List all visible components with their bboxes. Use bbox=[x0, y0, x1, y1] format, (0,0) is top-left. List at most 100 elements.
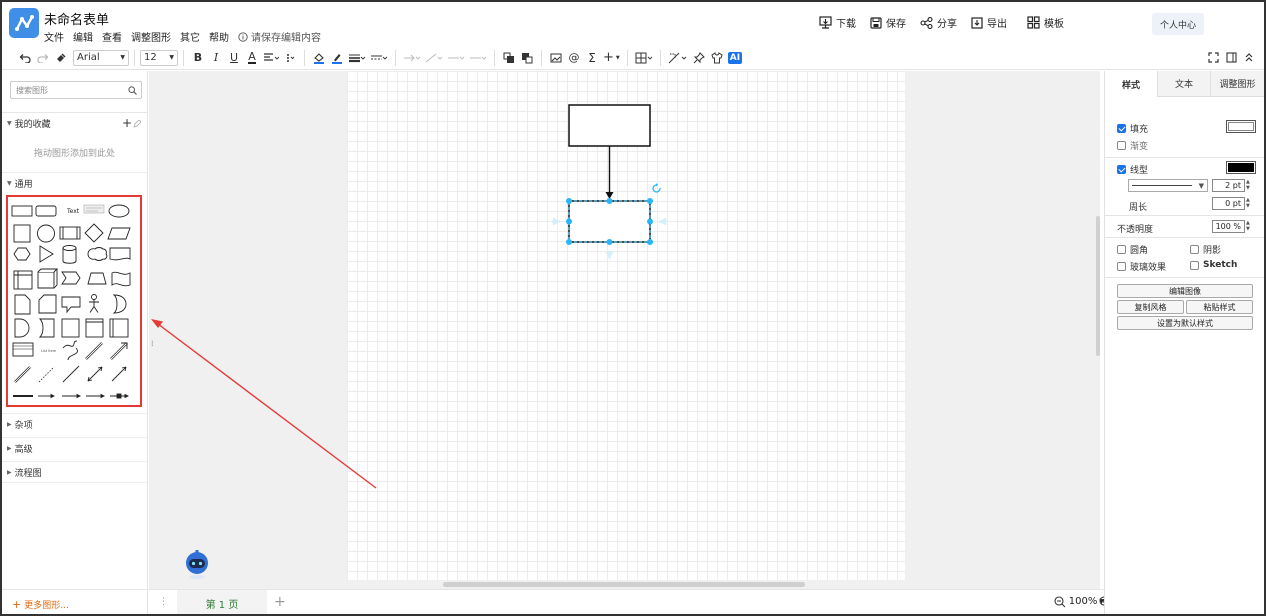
personal-center-button[interactable]: 个人中心 bbox=[1152, 13, 1204, 35]
shape-cube[interactable] bbox=[37, 268, 59, 289]
export-button[interactable]: 导出 bbox=[971, 15, 1007, 30]
line-start-button[interactable] bbox=[445, 49, 467, 67]
panel-resize-handle[interactable]: ⁞ bbox=[151, 339, 154, 348]
horizontal-scrollbar[interactable] bbox=[443, 582, 805, 587]
shape-thick-line[interactable] bbox=[14, 366, 31, 383]
flowchart-section-header[interactable]: ▶ 流程图 bbox=[2, 461, 147, 483]
shape-rectangle[interactable] bbox=[11, 205, 33, 217]
set-default-style-button[interactable]: 设置为默认样式 bbox=[1117, 316, 1253, 330]
redo-button[interactable] bbox=[34, 49, 52, 67]
connector-style-button[interactable] bbox=[423, 49, 445, 67]
shape-connector-arrow[interactable] bbox=[38, 393, 56, 399]
font-family-select[interactable]: Arial ▼ bbox=[73, 49, 129, 66]
opacity-input[interactable]: 100 % bbox=[1212, 220, 1245, 233]
shape-actor[interactable] bbox=[89, 294, 99, 313]
download-button[interactable]: 下载 bbox=[819, 15, 856, 30]
shape-labeled-connector-2[interactable] bbox=[86, 393, 106, 399]
sketch-checkbox[interactable] bbox=[1190, 260, 1199, 270]
menu-help[interactable]: 帮助 bbox=[209, 29, 229, 44]
collapse-toolbar-button[interactable] bbox=[1240, 49, 1258, 67]
menu-file[interactable]: 文件 bbox=[44, 29, 64, 44]
search-icon[interactable] bbox=[128, 86, 137, 95]
document-title[interactable]: 未命名表单 bbox=[44, 9, 109, 28]
shape-square[interactable] bbox=[13, 224, 31, 243]
font-color-button[interactable]: A bbox=[243, 49, 261, 67]
page-tab-1[interactable]: 第 1 页 bbox=[177, 590, 267, 614]
line-color-swatch[interactable] bbox=[1226, 161, 1256, 174]
line-pattern-select[interactable]: ▼ bbox=[1128, 179, 1208, 192]
paste-style-button[interactable]: 粘贴样式 bbox=[1186, 300, 1253, 314]
shape-ellipse[interactable] bbox=[108, 204, 130, 218]
shape-document[interactable] bbox=[109, 247, 131, 261]
tab-style[interactable]: 样式 bbox=[1105, 71, 1158, 97]
table-button[interactable] bbox=[633, 49, 655, 67]
insert-image-button[interactable] bbox=[547, 49, 565, 67]
template-button[interactable]: 模板 bbox=[1027, 15, 1064, 30]
pages-menu-icon[interactable]: ⋮ bbox=[159, 597, 168, 607]
shape-text[interactable]: Text bbox=[66, 208, 80, 215]
shape-square-2[interactable] bbox=[61, 318, 80, 338]
glass-checkbox[interactable] bbox=[1117, 262, 1126, 271]
shape-tape[interactable] bbox=[111, 271, 131, 287]
toggle-panel-button[interactable] bbox=[1222, 49, 1240, 67]
shape-step[interactable] bbox=[61, 271, 81, 285]
more-text-options-button[interactable] bbox=[281, 49, 299, 67]
shape-triangle[interactable] bbox=[39, 245, 54, 263]
line-style-button[interactable] bbox=[368, 49, 390, 67]
bold-button[interactable]: B bbox=[189, 49, 207, 67]
advanced-section-header[interactable]: ▶ 高级 bbox=[2, 437, 147, 459]
shape-line[interactable] bbox=[62, 365, 80, 383]
canvas-page[interactable] bbox=[347, 71, 905, 580]
line-width-input[interactable]: 2 pt bbox=[1212, 179, 1245, 192]
underline-button[interactable]: U bbox=[225, 49, 243, 67]
rotate-handle-icon[interactable] bbox=[652, 183, 661, 193]
shape-bidirectional-arrow[interactable] bbox=[85, 342, 103, 360]
fill-color-swatch[interactable] bbox=[1226, 120, 1256, 133]
send-to-back-button[interactable] bbox=[518, 49, 536, 67]
shadow-checkbox[interactable] bbox=[1190, 245, 1199, 254]
shape-circle[interactable] bbox=[37, 224, 55, 243]
shape-swimlane[interactable] bbox=[109, 318, 129, 338]
add-favorite-icon[interactable]: + bbox=[122, 116, 132, 130]
shape-labeled-connector[interactable] bbox=[62, 393, 82, 399]
ai-robot-assistant[interactable] bbox=[183, 550, 211, 580]
diagram-rect-selected[interactable] bbox=[568, 200, 651, 243]
copy-style-button[interactable]: 复制风格 bbox=[1117, 300, 1184, 314]
line-width-button[interactable] bbox=[346, 49, 368, 67]
rounded-checkbox[interactable] bbox=[1117, 245, 1126, 254]
menu-view[interactable]: 查看 bbox=[102, 29, 122, 44]
insert-formula-button[interactable]: Σ bbox=[583, 49, 601, 67]
italic-button[interactable]: I bbox=[207, 49, 225, 67]
fullscreen-button[interactable] bbox=[1204, 49, 1222, 67]
undo-button[interactable] bbox=[16, 49, 34, 67]
general-section-header[interactable]: ▼ 通用 bbox=[2, 172, 147, 194]
vertical-scrollbar[interactable] bbox=[1096, 216, 1100, 356]
shape-callout[interactable] bbox=[61, 296, 81, 314]
shape-heavy-arrow-connector[interactable] bbox=[110, 393, 130, 399]
edit-image-button[interactable]: 编辑图像 bbox=[1117, 284, 1253, 298]
tab-text[interactable]: 文本 bbox=[1158, 71, 1211, 97]
diagram-rect-top[interactable] bbox=[568, 104, 651, 147]
line-color-button[interactable] bbox=[328, 49, 346, 67]
perimeter-input[interactable]: 0 pt bbox=[1212, 197, 1245, 210]
insert-link-button[interactable]: @ bbox=[565, 49, 583, 67]
favorites-section-header[interactable]: ▼ 我的收藏 + bbox=[2, 112, 147, 134]
shape-diamond[interactable] bbox=[84, 223, 104, 243]
shape-trapezoid[interactable] bbox=[87, 272, 107, 285]
shape-list-item[interactable]: List Item bbox=[41, 349, 57, 353]
shape-data-storage[interactable] bbox=[38, 318, 55, 338]
misc-section-header[interactable]: ▶ 杂项 bbox=[2, 413, 147, 435]
tab-arrange[interactable]: 调整图形 bbox=[1211, 71, 1264, 97]
line-checkbox[interactable] bbox=[1117, 165, 1126, 174]
pin-button[interactable] bbox=[690, 49, 708, 67]
shape-cylinder[interactable] bbox=[62, 245, 77, 264]
opacity-spinner[interactable]: ▲ ▼ bbox=[1246, 220, 1250, 232]
shape-note[interactable] bbox=[14, 294, 31, 315]
shape-cloud[interactable] bbox=[87, 247, 108, 261]
gradient-checkbox[interactable] bbox=[1117, 141, 1126, 150]
menu-arrange[interactable]: 调整图形 bbox=[131, 29, 171, 44]
shape-textbox[interactable] bbox=[83, 204, 105, 214]
connector-waypoint-button[interactable] bbox=[401, 49, 423, 67]
shape-or[interactable] bbox=[112, 294, 127, 314]
shape-dotted-line[interactable] bbox=[38, 366, 55, 383]
